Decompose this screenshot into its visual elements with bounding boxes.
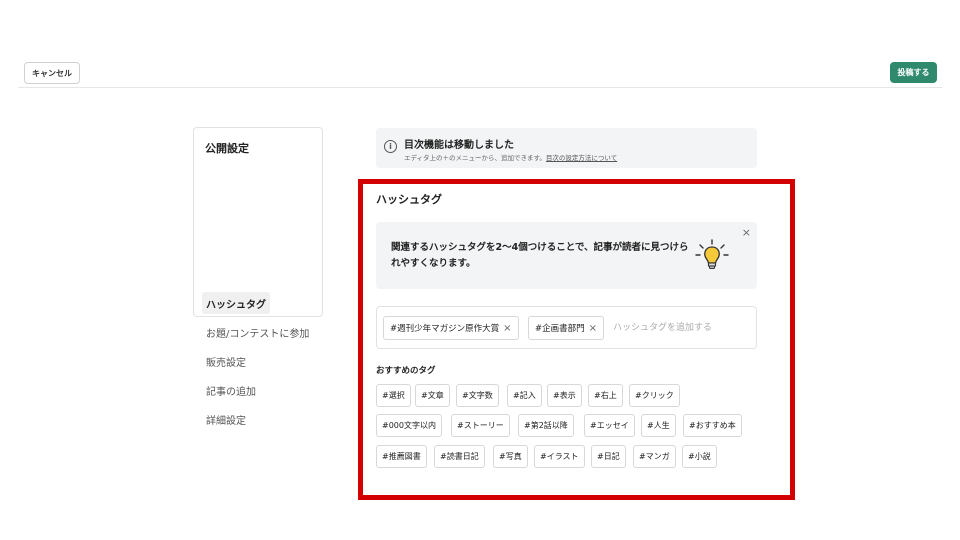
toc-help-link[interactable]: 目次の設定方法について <box>546 154 617 162</box>
recommended-tag[interactable]: #選択 <box>376 384 411 407</box>
chip-label: #企画書部門 <box>535 324 585 334</box>
tip-text: 関連するハッシュタグを2〜4個つけることで、記事が読者に見つけられやすくなります… <box>391 242 689 269</box>
recommended-tag[interactable]: #推薦図書 <box>376 445 427 468</box>
sidebar-item-hashtag[interactable]: ハッシュタグ <box>202 292 270 314</box>
recommended-tag[interactable]: #人生 <box>641 414 676 437</box>
post-button[interactable]: 投稿する <box>890 62 937 83</box>
remove-chip-icon[interactable]: × <box>503 323 511 334</box>
header-divider <box>18 87 942 88</box>
recommended-tag[interactable]: #記入 <box>507 384 542 407</box>
recommended-tag[interactable]: #エッセイ <box>584 414 635 437</box>
recommended-tag[interactable]: #日記 <box>591 445 626 468</box>
sidebar-item-add-article[interactable]: 記事の追加 <box>202 379 260 401</box>
recommended-tag[interactable]: #ストーリー <box>451 414 510 437</box>
recommended-tag[interactable]: #右上 <box>588 384 623 407</box>
recommended-tag[interactable]: #表示 <box>547 384 582 407</box>
recommended-tag[interactable]: #写真 <box>493 445 528 468</box>
notice-subtitle: エディタ上の＋のメニューから、追加できます。目次の設定方法について <box>404 152 617 162</box>
recommended-tag[interactable]: #文字数 <box>456 384 499 407</box>
recommended-tag[interactable]: #文章 <box>415 384 450 407</box>
recommended-tag[interactable]: #マンガ <box>633 445 676 468</box>
sidebar-item-sales[interactable]: 販売設定 <box>202 350 250 372</box>
recommended-tag[interactable]: #000文字以内 <box>376 414 442 437</box>
recommended-tag[interactable]: #おすすめ本 <box>683 414 742 437</box>
hashtag-input-box[interactable]: #週刊少年マガジン原作大賞 × #企画書部門 × <box>376 306 757 349</box>
close-icon[interactable]: × <box>742 226 751 239</box>
recommended-tag[interactable]: #小説 <box>682 445 717 468</box>
hashtag-tip: 関連するハッシュタグを2〜4個つけることで、記事が読者に見つけられやすくなります… <box>376 222 757 289</box>
settings-sidebar: 公開設定 ハッシュタグ お題/コンテストに参加 販売設定 記事の追加 詳細設定 <box>193 127 323 427</box>
toc-moved-notice: i 目次機能は移動しました エディタ上の＋のメニューから、追加できます。目次の設… <box>376 128 757 168</box>
top-bar: キャンセル 投稿する <box>0 0 960 90</box>
remove-chip-icon[interactable]: × <box>589 323 597 334</box>
recommended-tag[interactable]: #クリック <box>629 384 680 407</box>
sidebar-item-details[interactable]: 詳細設定 <box>202 408 250 430</box>
hashtag-chip: #週刊少年マガジン原作大賞 × <box>383 316 519 340</box>
recommended-tags-title: おすすめのタグ <box>376 366 436 376</box>
recommended-tag[interactable]: #読書日記 <box>434 445 485 468</box>
sidebar-title: 公開設定 <box>205 142 249 155</box>
notice-subtitle-text: エディタ上の＋のメニューから、追加できます。 <box>404 154 546 162</box>
hashtag-chip: #企画書部門 × <box>528 316 605 340</box>
sidebar-item-contest[interactable]: お題/コンテストに参加 <box>202 321 313 343</box>
info-icon: i <box>384 140 397 153</box>
hashtag-input[interactable] <box>613 317 753 339</box>
chip-label: #週刊少年マガジン原作大賞 <box>390 324 500 334</box>
lightbulb-icon <box>695 239 729 269</box>
notice-title: 目次機能は移動しました <box>404 140 514 151</box>
cancel-button[interactable]: キャンセル <box>24 62 80 84</box>
recommended-tag[interactable]: #イラスト <box>534 445 585 468</box>
hashtag-section-title: ハッシュタグ <box>376 193 442 206</box>
recommended-tag[interactable]: #第2話以降 <box>518 414 574 437</box>
